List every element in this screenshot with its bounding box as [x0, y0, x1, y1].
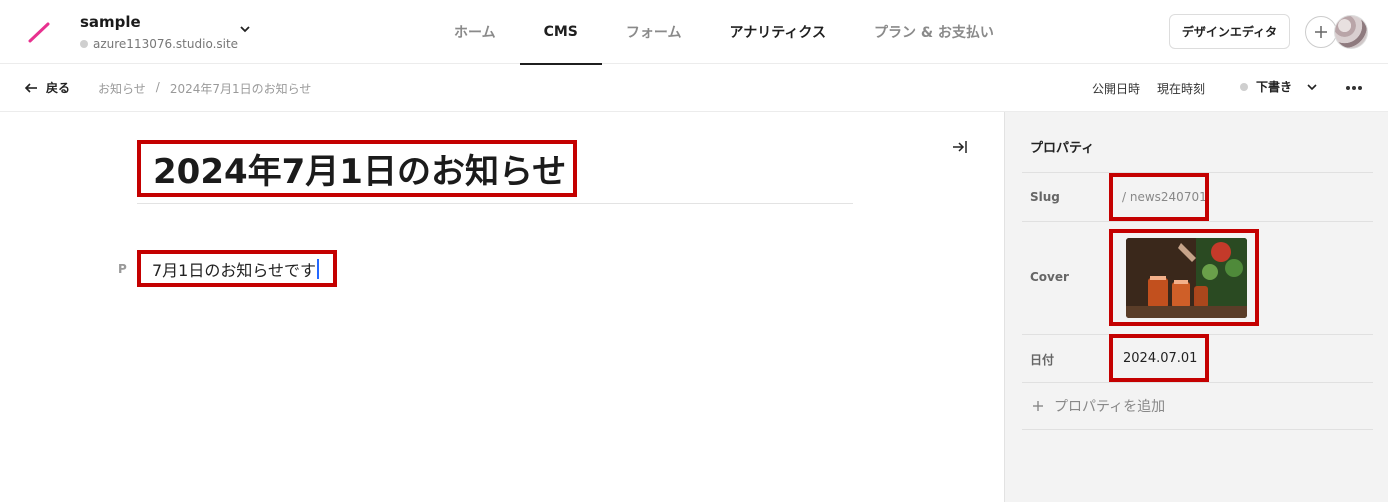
- back-button[interactable]: 戻る: [24, 79, 70, 96]
- nav-home[interactable]: ホーム: [430, 0, 520, 64]
- cover-image: [1126, 238, 1247, 318]
- site-status-dot: [80, 40, 88, 48]
- breadcrumb-current: 2024年7月1日のお知らせ: [169, 82, 312, 96]
- plus-icon: [1033, 401, 1043, 411]
- chevron-down-icon: [1307, 83, 1317, 90]
- add-member-button[interactable]: [1305, 16, 1337, 48]
- text-caret: [317, 258, 320, 279]
- add-property-label: プロパティを追加: [1054, 399, 1166, 415]
- properties-panel: プロパティ Slug / news240701 Cover 日付 2024.07…: [1004, 112, 1388, 502]
- main-nav: ホーム CMS フォーム アナリティクス プラン & お支払い: [430, 0, 1018, 65]
- publish-date-label: 公開日時: [1092, 82, 1141, 96]
- chevron-down-icon[interactable]: [238, 22, 252, 36]
- slug-label: Slug: [1030, 190, 1060, 204]
- title-divider: [137, 203, 853, 204]
- collapse-panel-icon[interactable]: [951, 138, 969, 156]
- breadcrumb-collection[interactable]: お知らせ: [98, 80, 146, 97]
- nav-plan-billing[interactable]: プラン & お支払い: [850, 0, 1018, 64]
- site-name[interactable]: sample: [80, 13, 141, 31]
- more-options-icon[interactable]: [1344, 78, 1364, 98]
- cover-label: Cover: [1030, 270, 1069, 284]
- add-property-button[interactable]: プロパティを追加: [1032, 396, 1165, 416]
- slug-input[interactable]: / news240701: [1109, 173, 1209, 221]
- nav-cms[interactable]: CMS: [519, 0, 603, 65]
- editor-area: 2024年7月1日のお知らせ P 7月1日のお知らせです: [0, 112, 1004, 502]
- status-dot: [1240, 82, 1248, 91]
- sub-toolbar: 戻る お知らせ / 2024年7月1日のお知らせ 公開日時 現在時刻 下書き: [0, 64, 1388, 112]
- post-title-input[interactable]: 2024年7月1日のお知らせ: [137, 140, 577, 197]
- paragraph-text: 7月1日のお知らせです: [152, 260, 317, 280]
- status-label: 下書き: [1256, 80, 1293, 94]
- cover-photo-illustration: [1126, 238, 1247, 318]
- plus-icon: [1315, 26, 1327, 38]
- properties-title: プロパティ: [1030, 141, 1095, 156]
- dot: [1352, 86, 1356, 90]
- dot: [1346, 86, 1350, 90]
- breadcrumb: お知らせ / 2024年7月1日のお知らせ: [98, 80, 311, 97]
- breadcrumb-separator: /: [155, 80, 160, 94]
- user-avatar[interactable]: [1334, 15, 1368, 49]
- design-editor-button[interactable]: デザインエディタ: [1169, 14, 1290, 49]
- arrow-left-icon: [24, 82, 37, 93]
- top-bar: sample azure113076.studio.site ホーム CMS フ…: [0, 0, 1388, 65]
- dot: [1358, 86, 1362, 90]
- publish-date-value[interactable]: 現在時刻: [1157, 80, 1205, 97]
- date-label: 日付: [1030, 353, 1055, 367]
- nav-form[interactable]: フォーム: [602, 0, 706, 64]
- paragraph-block-marker[interactable]: P: [118, 262, 127, 276]
- back-label: 戻る: [46, 81, 71, 95]
- date-input[interactable]: 2024.07.01: [1109, 334, 1209, 382]
- nav-analytics[interactable]: アナリティクス: [705, 0, 849, 64]
- site-url[interactable]: azure113076.studio.site: [80, 37, 238, 51]
- status-dropdown[interactable]: 下書き: [1240, 78, 1318, 95]
- cover-image-field[interactable]: [1109, 229, 1259, 326]
- paragraph-block[interactable]: 7月1日のお知らせです: [137, 250, 337, 287]
- site-url-text: azure113076.studio.site: [93, 37, 239, 51]
- studio-logo-icon[interactable]: [26, 20, 52, 44]
